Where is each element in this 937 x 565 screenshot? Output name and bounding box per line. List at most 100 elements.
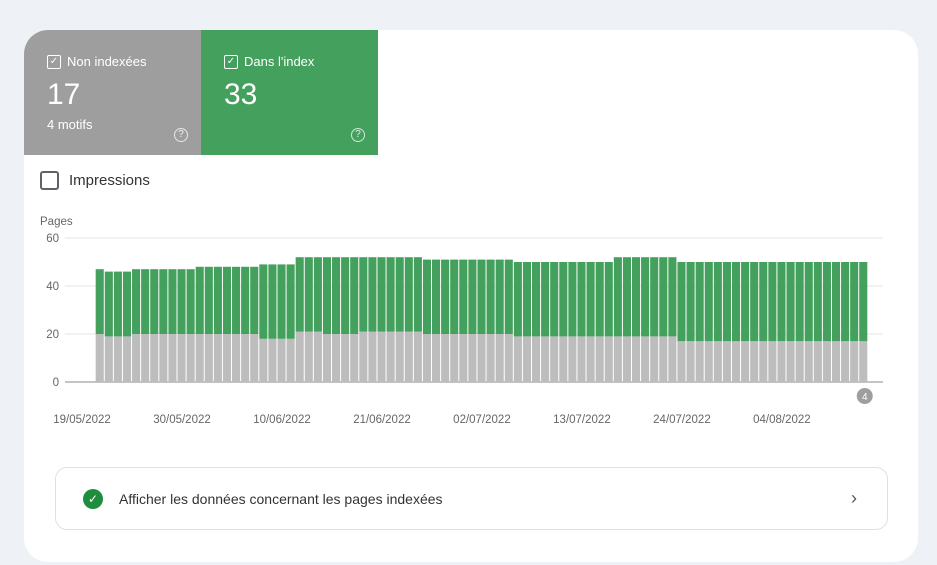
bar-indexed[interactable]	[568, 262, 577, 337]
bar-indexed[interactable]	[132, 269, 141, 334]
bar-indexed[interactable]	[813, 262, 822, 342]
bar-non-indexed[interactable]	[631, 336, 641, 382]
bar-non-indexed[interactable]	[804, 341, 813, 382]
bar-non-indexed[interactable]	[622, 336, 631, 382]
bar-non-indexed[interactable]	[859, 341, 868, 382]
bar-non-indexed[interactable]	[241, 334, 250, 382]
bar-indexed[interactable]	[522, 262, 531, 337]
bar-non-indexed[interactable]	[141, 334, 150, 382]
bar-indexed[interactable]	[631, 257, 641, 337]
bar-non-indexed[interactable]	[831, 341, 841, 382]
bar-non-indexed[interactable]	[277, 338, 286, 382]
bar-non-indexed[interactable]	[641, 336, 650, 382]
bar-indexed[interactable]	[232, 266, 241, 334]
bar-indexed[interactable]	[841, 262, 850, 342]
bar-indexed[interactable]	[422, 259, 432, 334]
bar-indexed[interactable]	[468, 259, 477, 334]
bar-non-indexed[interactable]	[677, 341, 686, 382]
bar-indexed[interactable]	[859, 262, 868, 342]
bar-non-indexed[interactable]	[659, 336, 668, 382]
bar-non-indexed[interactable]	[286, 338, 295, 382]
bar-indexed[interactable]	[322, 257, 332, 334]
bar-indexed[interactable]	[113, 271, 122, 337]
bar-non-indexed[interactable]	[777, 341, 786, 382]
bar-non-indexed[interactable]	[232, 334, 241, 382]
bar-non-indexed[interactable]	[604, 336, 613, 382]
bar-non-indexed[interactable]	[513, 336, 522, 382]
bar-indexed[interactable]	[768, 262, 777, 342]
bar-indexed[interactable]	[741, 262, 750, 342]
bar-indexed[interactable]	[159, 269, 168, 334]
bar-indexed[interactable]	[459, 259, 468, 334]
bar-indexed[interactable]	[731, 262, 741, 342]
bar-non-indexed[interactable]	[450, 334, 459, 382]
bar-indexed[interactable]	[495, 259, 504, 334]
bar-non-indexed[interactable]	[768, 341, 777, 382]
bar-non-indexed[interactable]	[295, 331, 304, 382]
bar-indexed[interactable]	[850, 262, 859, 342]
bar-indexed[interactable]	[195, 266, 204, 334]
bar-non-indexed[interactable]	[477, 334, 486, 382]
bar-indexed[interactable]	[795, 262, 804, 342]
bar-indexed[interactable]	[441, 259, 450, 334]
bar-indexed[interactable]	[404, 257, 413, 332]
bar-indexed[interactable]	[241, 266, 250, 334]
bar-indexed[interactable]	[177, 269, 186, 334]
bar-non-indexed[interactable]	[550, 336, 559, 382]
bar-non-indexed[interactable]	[250, 334, 259, 382]
bar-non-indexed[interactable]	[341, 334, 350, 382]
bar-indexed[interactable]	[186, 269, 195, 334]
bar-indexed[interactable]	[259, 264, 268, 339]
bar-non-indexed[interactable]	[204, 334, 213, 382]
bar-indexed[interactable]	[359, 257, 368, 332]
bar-indexed[interactable]	[586, 262, 595, 337]
bar-non-indexed[interactable]	[750, 341, 759, 382]
bar-non-indexed[interactable]	[395, 331, 404, 382]
bar-indexed[interactable]	[168, 269, 177, 334]
bar-indexed[interactable]	[432, 259, 441, 334]
bar-non-indexed[interactable]	[213, 334, 222, 382]
bar-non-indexed[interactable]	[495, 334, 504, 382]
bar-indexed[interactable]	[704, 262, 713, 342]
bar-indexed[interactable]	[641, 257, 650, 337]
bar-indexed[interactable]	[268, 264, 277, 339]
bar-indexed[interactable]	[450, 259, 459, 334]
bar-non-indexed[interactable]	[713, 341, 722, 382]
bar-indexed[interactable]	[286, 264, 295, 339]
bar-non-indexed[interactable]	[813, 341, 822, 382]
bar-non-indexed[interactable]	[459, 334, 468, 382]
bar-non-indexed[interactable]	[741, 341, 750, 382]
bar-indexed[interactable]	[686, 262, 695, 342]
bar-non-indexed[interactable]	[577, 336, 586, 382]
bar-indexed[interactable]	[822, 262, 831, 342]
bar-non-indexed[interactable]	[468, 334, 477, 382]
bar-indexed[interactable]	[759, 262, 768, 342]
bar-non-indexed[interactable]	[841, 341, 850, 382]
bar-non-indexed[interactable]	[313, 331, 322, 382]
bar-indexed[interactable]	[413, 257, 422, 332]
bar-indexed[interactable]	[150, 269, 159, 334]
bar-indexed[interactable]	[477, 259, 486, 334]
bar-non-indexed[interactable]	[668, 336, 677, 382]
bar-indexed[interactable]	[550, 262, 559, 337]
bar-indexed[interactable]	[777, 262, 786, 342]
bar-non-indexed[interactable]	[113, 336, 122, 382]
bar-non-indexed[interactable]	[350, 334, 359, 382]
bar-non-indexed[interactable]	[359, 331, 368, 382]
bar-indexed[interactable]	[222, 266, 232, 334]
bar-indexed[interactable]	[559, 262, 568, 337]
bar-indexed[interactable]	[595, 262, 604, 337]
bar-indexed[interactable]	[613, 257, 622, 337]
bar-indexed[interactable]	[377, 257, 386, 332]
bar-non-indexed[interactable]	[186, 334, 195, 382]
bar-indexed[interactable]	[750, 262, 759, 342]
bar-non-indexed[interactable]	[413, 331, 422, 382]
bar-non-indexed[interactable]	[504, 334, 513, 382]
bar-indexed[interactable]	[677, 262, 686, 342]
bar-non-indexed[interactable]	[850, 341, 859, 382]
bar-indexed[interactable]	[141, 269, 150, 334]
bar-indexed[interactable]	[831, 262, 841, 342]
bar-non-indexed[interactable]	[532, 336, 541, 382]
bar-non-indexed[interactable]	[650, 336, 659, 382]
bar-indexed[interactable]	[486, 259, 495, 334]
